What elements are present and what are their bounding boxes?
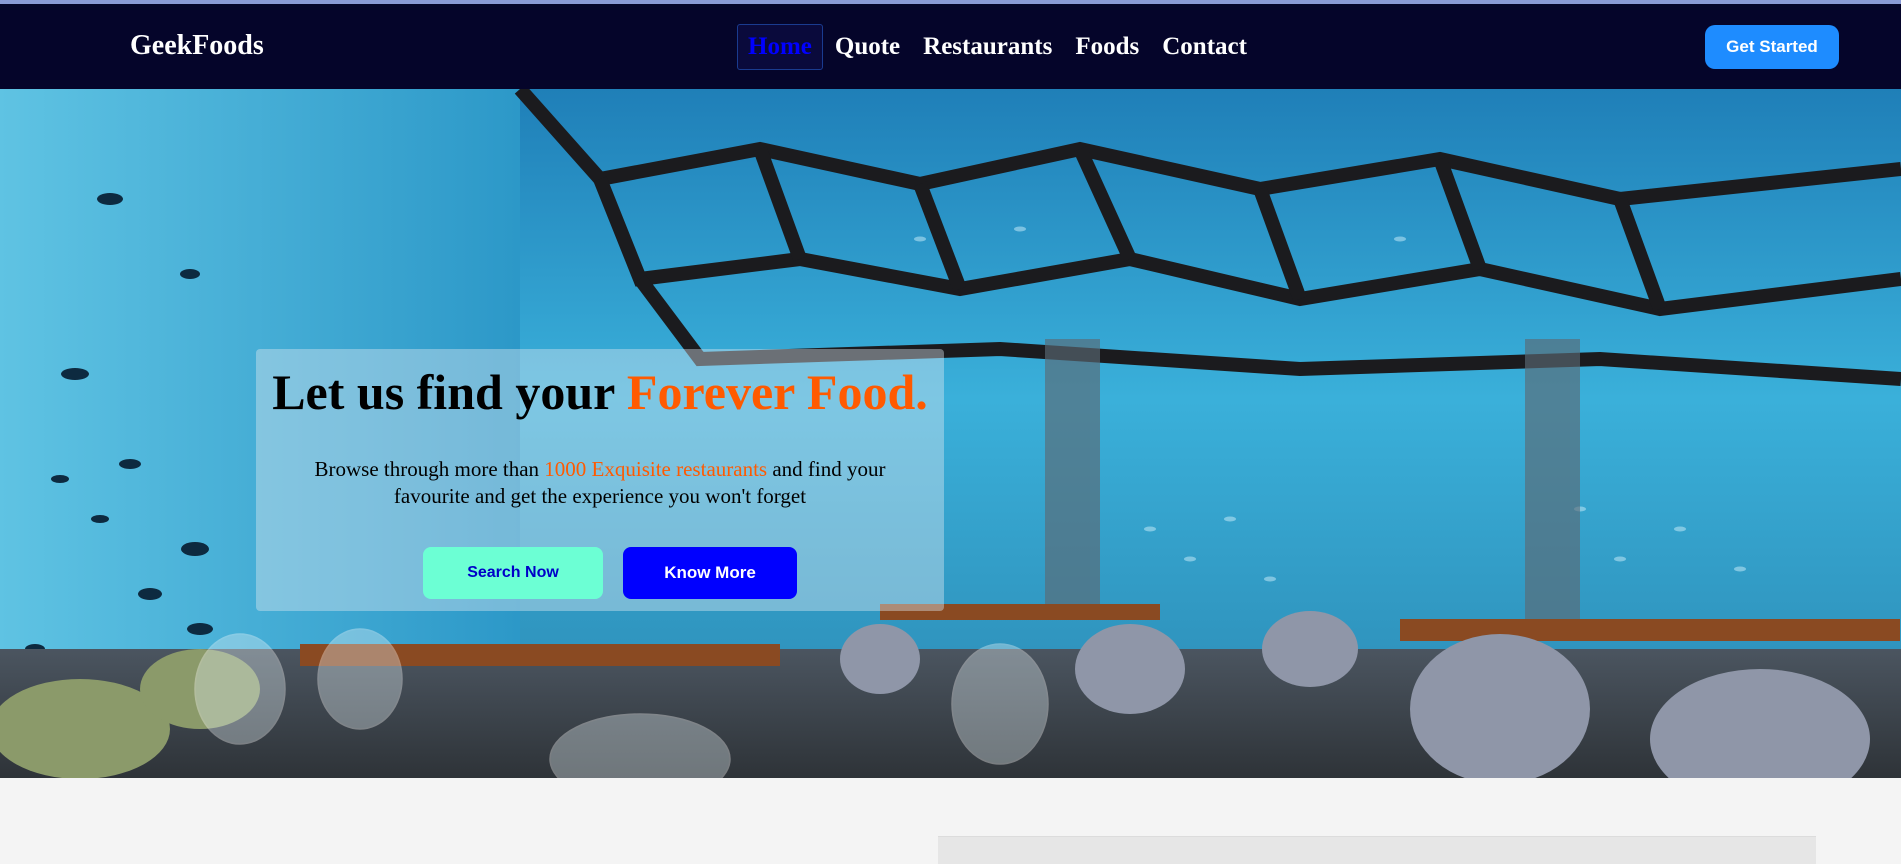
nav-link-foods[interactable]: Foods (1064, 24, 1150, 70)
hero-subtitle-accent: 1000 Exquisite restaurants (544, 457, 768, 481)
brand-logo[interactable]: GeekFoods (130, 30, 264, 62)
nav-link-restaurants[interactable]: Restaurants (912, 24, 1063, 70)
get-started-button[interactable]: Get Started (1705, 25, 1839, 69)
hero-subtitle: Browse through more than 1000 Exquisite … (276, 456, 924, 510)
search-now-button[interactable]: Search Now (423, 547, 603, 599)
nav-link-quote[interactable]: Quote (824, 24, 911, 70)
hero-section: Let us find your Forever Food. Browse th… (0, 89, 1901, 778)
nav-link-home[interactable]: Home (737, 24, 823, 70)
nav-links: Home Quote Restaurants Foods Contact (737, 24, 1259, 70)
hero-subtitle-prefix: Browse through more than (314, 457, 545, 481)
hero-card: Let us find your Forever Food. Browse th… (256, 349, 944, 611)
hero-title: Let us find your Forever Food. (256, 363, 944, 421)
nav-link-contact[interactable]: Contact (1151, 24, 1258, 70)
navbar: GeekFoods Home Quote Restaurants Foods C… (0, 4, 1901, 89)
know-more-button[interactable]: Know More (623, 547, 797, 599)
hero-title-prefix: Let us find your (272, 364, 627, 420)
hero-title-accent: Forever Food. (626, 364, 928, 420)
content-card-top (938, 836, 1816, 864)
